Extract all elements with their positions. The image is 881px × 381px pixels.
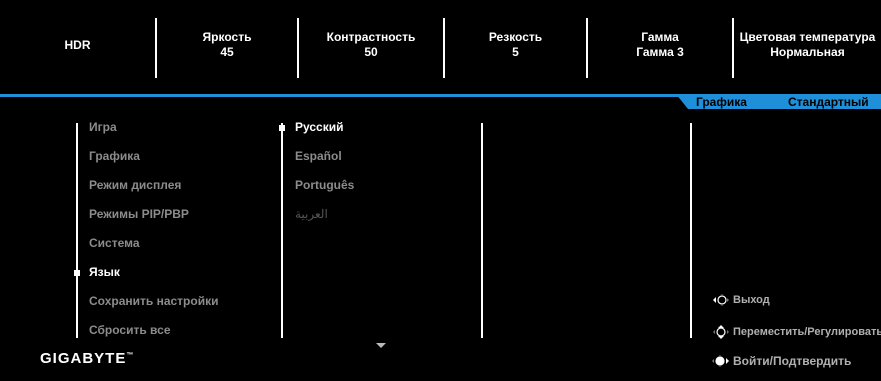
sharpness-value: 5 <box>512 45 519 59</box>
sharpness-label: Резкость <box>488 30 543 44</box>
gigabyte-logo: GIGABYTE™ <box>40 350 134 367</box>
color-temperature-label: Цветовая температура <box>739 30 876 44</box>
joystick-updown-icon <box>710 325 730 339</box>
joystick-left-icon <box>710 293 730 307</box>
selection-bullet <box>74 270 80 276</box>
hint-move-label: Переместить/Регулировать <box>733 326 881 338</box>
language-option-portuguese[interactable]: Português <box>295 178 354 192</box>
menu-item-language[interactable]: Язык <box>89 265 120 279</box>
trademark-sign: ™ <box>126 352 135 359</box>
top-status-bar: HDR Яркость 45 Контрастность 50 Резкость… <box>0 0 881 90</box>
scroll-down-arrow-icon[interactable] <box>376 343 386 348</box>
language-option-russian[interactable]: Русский <box>295 120 344 134</box>
contrast-value: 50 <box>364 45 378 59</box>
brightness-value: 45 <box>220 45 234 59</box>
gamma-value: Гамма 3 <box>636 45 684 59</box>
menu-item-system[interactable]: Система <box>89 236 140 250</box>
mode-tab-label: Графика <box>696 95 747 109</box>
gamma-item[interactable]: Гамма Гамма 3 <box>588 0 732 90</box>
column-divider <box>281 123 283 338</box>
column-divider <box>690 123 692 338</box>
column-divider <box>481 123 483 338</box>
hint-exit-label: Выход <box>733 294 770 306</box>
menu-item-pip-pbp[interactable]: Режимы PIP/PBP <box>89 207 189 221</box>
menu-item-picture[interactable]: Графика <box>89 149 140 163</box>
hint-move: Переместить/Регулировать <box>710 325 881 339</box>
language-option-arabic[interactable]: العربية <box>295 207 328 221</box>
menu-item-save-settings[interactable]: Сохранить настройки <box>89 294 218 308</box>
brand-name: GIGABYTE <box>40 350 127 367</box>
brightness-label: Яркость <box>202 30 252 44</box>
menu-item-reset-all[interactable]: Сбросить все <box>89 323 171 337</box>
joystick-right-icon <box>710 354 730 368</box>
preset-tab-label: Стандартный <box>788 95 869 109</box>
menu-item-display-mode[interactable]: Режим дисплея <box>89 178 181 192</box>
hint-enter: Войти/Подтвердить <box>710 354 851 368</box>
color-temperature-value: Нормальная <box>770 45 845 59</box>
hint-exit: Выход <box>710 293 770 307</box>
contrast-label: Контрастность <box>326 30 416 44</box>
color-temperature-item[interactable]: Цветовая температура Нормальная <box>734 0 881 90</box>
hdr-label: HDR <box>64 37 91 52</box>
language-option-spanish[interactable]: Español <box>295 149 342 163</box>
column-divider <box>76 123 78 338</box>
sharpness-item[interactable]: Резкость 5 <box>445 0 586 90</box>
hint-enter-label: Войти/Подтвердить <box>733 354 852 368</box>
hdr-item[interactable]: HDR <box>0 0 155 90</box>
brightness-item[interactable]: Яркость 45 <box>157 0 297 90</box>
menu-item-game[interactable]: Игра <box>89 120 117 134</box>
gamma-label: Гамма <box>641 30 679 44</box>
contrast-item[interactable]: Контрастность 50 <box>299 0 443 90</box>
language-selected-bullet <box>279 125 285 131</box>
